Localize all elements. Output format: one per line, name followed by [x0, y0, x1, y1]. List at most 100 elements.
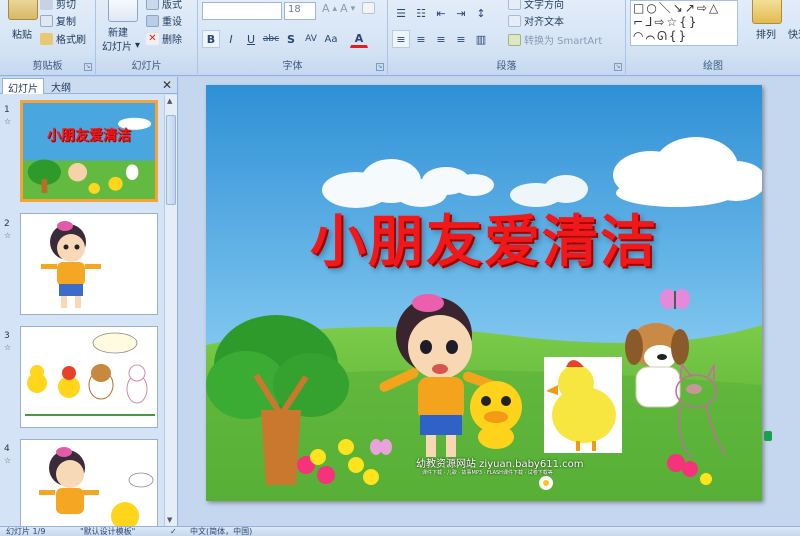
delete-icon: ✕ [146, 32, 159, 45]
dialog-launcher-icon[interactable]: ↘ [84, 63, 92, 71]
format-painter-button[interactable]: 格式刷 [40, 31, 86, 46]
paste-icon [8, 0, 38, 20]
increase-indent-icon[interactable]: ⇥ [452, 4, 470, 22]
thumb-number: 2 [4, 219, 10, 229]
align-right-icon[interactable]: ≡ [432, 30, 450, 48]
align-toolbar: ≡ ≡ ≡ ≡ ▥ [392, 30, 490, 48]
slide-background-image [206, 85, 762, 501]
underline-button[interactable]: U [242, 30, 260, 48]
clipboard-group: 粘贴 剪切 复制 格式刷 剪贴板 ↘ [0, 0, 96, 74]
clear-format-icon[interactable] [362, 2, 375, 14]
numbering-icon[interactable]: ☷ [412, 4, 430, 22]
smartart-icon [508, 33, 521, 46]
copy-icon [40, 14, 53, 27]
watermark-site: 幼教资源网站 ziyuan.baby611.com [416, 459, 584, 470]
drawing-group: □○＼↘↗⇨△ ⌐ᒧ⇨☆{} ◠⌒ᘏ{} 排列 快速 绘图 [626, 0, 800, 74]
paste-button[interactable]: 粘贴 [12, 26, 32, 41]
bold-button[interactable]: B [202, 30, 220, 48]
clipboard-label: 剪贴板 [32, 61, 63, 72]
text-direction-icon [508, 0, 521, 10]
font-name-combo[interactable] [202, 2, 282, 20]
shapes-row: ◠⌒ᘏ{} [633, 29, 689, 43]
language-status[interactable]: 中文(简体，中国) [190, 527, 252, 536]
slide-title[interactable]: 小朋友爱清洁 [206, 197, 762, 278]
scroll-up-icon[interactable]: ▲ [167, 97, 172, 105]
arrange-icon [752, 0, 782, 24]
new-slide-button[interactable]: 新建 [108, 24, 128, 39]
theme-name[interactable]: "默认设计模板" [80, 527, 135, 536]
text-direction-button[interactable]: 文字方向 [508, 0, 564, 11]
layout-button[interactable]: 版式 [146, 0, 182, 11]
decrease-indent-icon[interactable]: ⇤ [432, 4, 450, 22]
thumb-1-title: 小朋友爱清洁 [47, 128, 131, 144]
quick-styles-button[interactable]: 快速 [788, 26, 800, 41]
delete-slide-button[interactable]: ✕ 删除 [146, 31, 182, 46]
align-text-button[interactable]: 对齐文本 [508, 13, 564, 28]
chevron-down-icon: ▾ [135, 40, 141, 51]
slides-panel: 幻灯片 大纲 ✕ 1 ☆ 小朋友爱清洁 2 ☆ 3 ☆ 4 ☆ ▲ ▼ [0, 77, 178, 526]
slide-editor: 小朋友爱清洁 幼教资源网站 ziyuan.baby611.com 课件下载 · … [179, 77, 800, 526]
new-slide-icon [108, 0, 138, 22]
tab-outline[interactable]: 大纲 [46, 78, 76, 94]
font-size-combo[interactable]: 18 [284, 2, 316, 20]
close-icon[interactable]: ✕ [162, 78, 172, 92]
scroll-down-icon[interactable]: ▼ [167, 516, 172, 524]
chicken [544, 357, 622, 453]
align-center-icon[interactable]: ≡ [412, 30, 430, 48]
font-dialog-launcher-icon[interactable]: ↘ [376, 63, 384, 71]
slide-thumb-2[interactable] [20, 213, 158, 315]
shapes-row: □○＼↘↗⇨△ [633, 1, 721, 15]
list-toolbar: ☰ ☷ ⇤ ⇥ ↕ [392, 4, 490, 22]
smartart-button[interactable]: 转换为 SmartArt [508, 32, 602, 47]
arrange-button[interactable]: 排列 [756, 26, 776, 41]
thumb-4-image [21, 440, 157, 526]
change-case-button[interactable]: Aa [322, 30, 340, 48]
reset-button[interactable]: 重设 [146, 13, 182, 28]
justify-icon[interactable]: ≡ [452, 30, 470, 48]
font-color-button[interactable]: A [350, 30, 368, 48]
columns-icon[interactable]: ▥ [472, 30, 490, 48]
thumb-number: 3 [4, 331, 10, 341]
spellcheck-icon[interactable]: ✓ [170, 527, 177, 536]
slide-count: 幻灯片 1/9 [6, 527, 46, 536]
thumb-1-image [23, 103, 155, 199]
thumbnail-list: 1 ☆ 小朋友爱清洁 2 ☆ 3 ☆ 4 ☆ [0, 95, 164, 526]
slides-label: 幻灯片 [131, 61, 162, 72]
line-spacing-icon[interactable]: ↕ [472, 4, 490, 22]
slide-thumb-4[interactable] [20, 439, 158, 526]
butterfly [660, 289, 690, 309]
ribbon: 粘贴 剪切 复制 格式刷 剪贴板 ↘ 新建 幻灯片 ▾ 版式 重设 ✕ 删除 幻灯片… [0, 0, 800, 76]
scrollbar-thumb[interactable] [166, 115, 176, 205]
layout-icon [146, 0, 159, 10]
thumb-number: 1 [4, 105, 10, 115]
copy-button[interactable]: 复制 [40, 13, 76, 28]
new-slide-dropdown[interactable]: 幻灯片 ▾ [102, 38, 140, 53]
tab-slides[interactable]: 幻灯片 [2, 78, 44, 95]
thumbnail-scrollbar[interactable]: ▲ ▼ [164, 95, 177, 526]
thumb-2-girl-image [21, 214, 157, 314]
animation-star-icon: ☆ [4, 117, 12, 126]
font-group: 18 A ▴ A ▾ B I U abc S AV Aa A 字体 ↘ [198, 0, 388, 74]
cut-button[interactable]: 剪切 [40, 0, 76, 11]
current-slide[interactable]: 小朋友爱清洁 幼教资源网站 ziyuan.baby611.com 课件下载 · … [206, 85, 762, 501]
status-bar: 幻灯片 1/9 "默认设计模板" ✓ 中文(简体，中国) [0, 526, 800, 536]
scissors-icon [40, 0, 53, 10]
grow-font-button[interactable]: A ▴ A ▾ [322, 2, 355, 15]
bullets-icon[interactable]: ☰ [392, 4, 410, 22]
shadow-button[interactable]: S [282, 30, 300, 48]
italic-button[interactable]: I [222, 30, 240, 48]
thumb-number: 4 [4, 444, 10, 454]
slide-thumb-1[interactable]: 小朋友爱清洁 [20, 100, 158, 202]
shapes-gallery[interactable]: □○＼↘↗⇨△ ⌐ᒧ⇨☆{} ◠⌒ᘏ{} [630, 0, 738, 46]
animation-star-icon: ☆ [4, 456, 12, 465]
reset-icon [146, 14, 159, 27]
char-spacing-button[interactable]: AV [302, 30, 320, 48]
paragraph-dialog-launcher-icon[interactable]: ↘ [614, 63, 622, 71]
watermark-tagline: 课件下载 · 儿歌 · 故事MP3 · FLASH课件下载 · 试卷下载等 [422, 470, 553, 476]
slides-group: 新建 幻灯片 ▾ 版式 重设 ✕ 删除 幻灯片 [96, 0, 198, 74]
slide-thumb-3[interactable] [20, 326, 158, 428]
thumb-3-animals-image [21, 327, 157, 427]
align-left-icon[interactable]: ≡ [392, 30, 410, 48]
green-marker [764, 431, 772, 441]
strikethrough-button[interactable]: abc [262, 30, 280, 48]
